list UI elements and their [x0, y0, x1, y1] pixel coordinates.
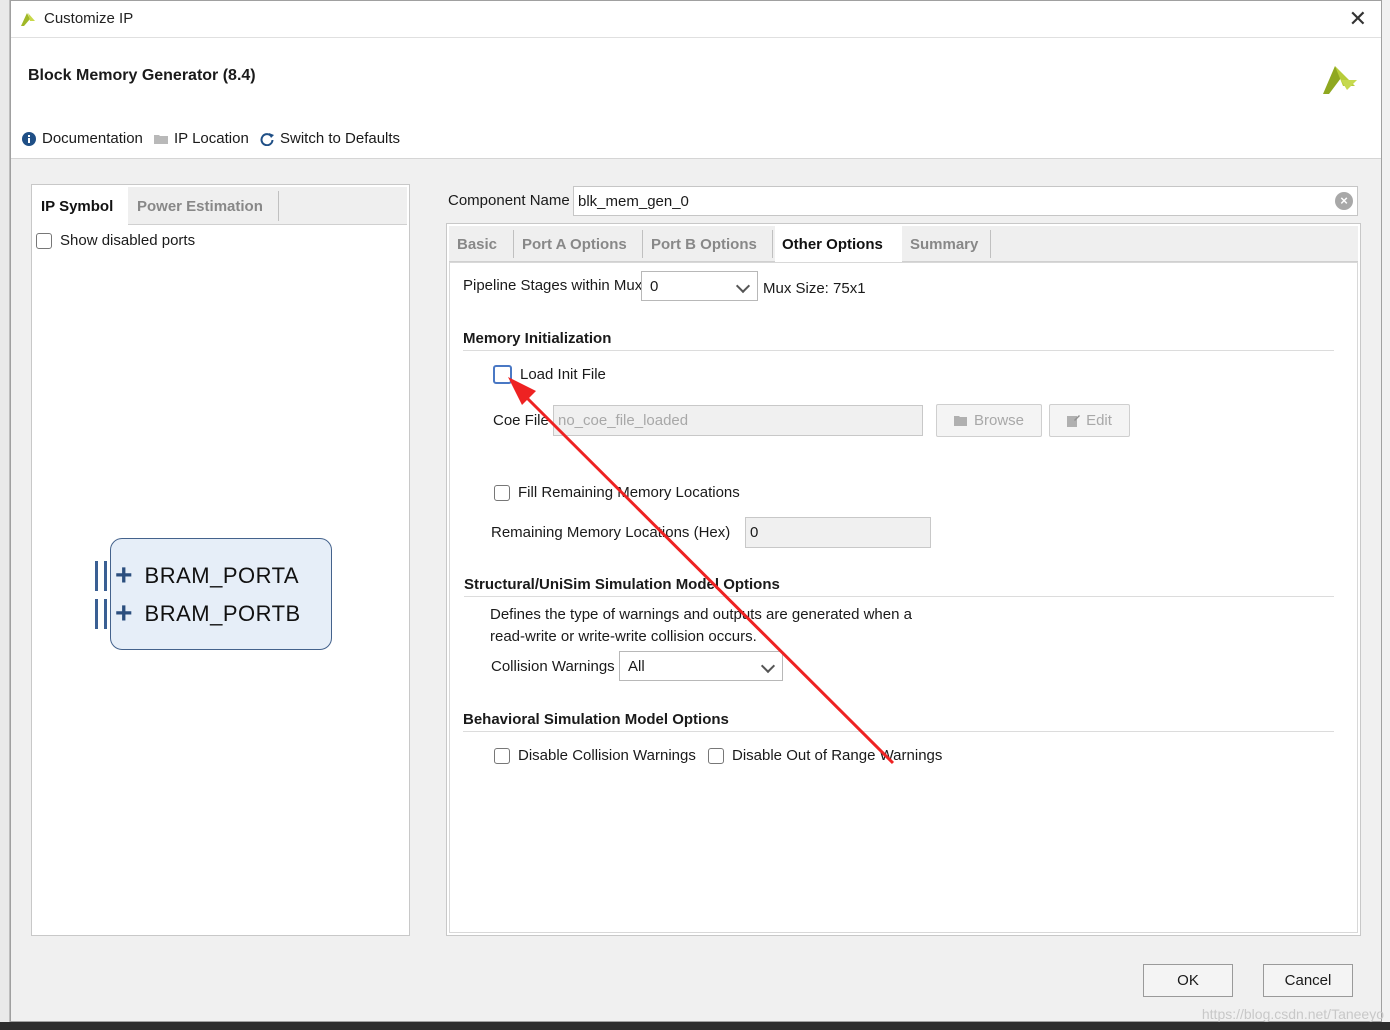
port-name: BRAM_PORTB	[144, 601, 301, 626]
disable-range-label: Disable Out of Range Warnings	[732, 747, 943, 764]
window-title: Customize IP	[44, 10, 134, 27]
coe-file-value: no_coe_file_loaded	[558, 412, 689, 429]
load-init-file-checkbox[interactable]	[493, 365, 512, 384]
section-divider	[463, 350, 1334, 351]
port-bram-porta[interactable]: + BRAM_PORTA	[95, 561, 299, 591]
component-name-input[interactable]: blk_mem_gen_0 ×	[573, 186, 1358, 216]
disable-collision-label: Disable Collision Warnings	[518, 747, 696, 764]
component-name-value: blk_mem_gen_0	[578, 193, 689, 210]
browse-button[interactable]: Browse	[936, 404, 1042, 437]
disable-range-checkbox[interactable]	[708, 747, 724, 764]
load-init-file-option[interactable]: Load Init File	[493, 365, 606, 384]
tab-other-options[interactable]: Other Options	[775, 226, 902, 262]
remaining-locations-input[interactable]: 0	[745, 517, 931, 548]
show-disabled-ports-label: Show disabled ports	[60, 232, 196, 249]
chevron-down-icon	[760, 658, 776, 674]
remaining-locations-value: 0	[750, 524, 759, 541]
left-tab-bar: IP Symbol Power Estimation	[34, 187, 407, 225]
refresh-icon	[260, 132, 274, 146]
disable-collision-checkbox[interactable]	[494, 747, 510, 764]
folder-open-icon	[953, 415, 967, 426]
fill-remaining-checkbox[interactable]	[494, 484, 510, 501]
section-divider	[464, 596, 1334, 597]
tab-divider	[278, 191, 279, 221]
tab-port-b-options[interactable]: Port B Options	[644, 226, 764, 262]
mux-size-label: Mux Size: 75x1	[763, 280, 866, 297]
folder-icon	[154, 134, 168, 144]
close-icon[interactable]: ✕	[1349, 6, 1367, 32]
component-name-label: Component Name	[448, 192, 570, 209]
customize-ip-dialog: Customize IP ✕ Block Memory Generator (8…	[10, 0, 1382, 1022]
ip-header: Block Memory Generator (8.4)	[11, 37, 1381, 121]
fill-remaining-option[interactable]: Fill Remaining Memory Locations	[494, 484, 740, 501]
pipeline-stages-select[interactable]: 0	[641, 271, 758, 301]
coe-file-input[interactable]: no_coe_file_loaded	[553, 405, 923, 436]
tab-divider	[513, 230, 514, 258]
taskbar-strip	[0, 1022, 1390, 1030]
edit-button[interactable]: Edit	[1049, 404, 1130, 437]
background-app-left	[0, 0, 10, 1030]
show-disabled-ports-option[interactable]: Show disabled ports	[36, 232, 195, 249]
structural-desc-line2: read-write or write-write collision occu…	[490, 628, 757, 645]
tab-divider	[642, 230, 643, 258]
ip-location-link[interactable]: IP Location	[154, 130, 249, 147]
vivado-icon	[21, 13, 35, 26]
switch-defaults-link[interactable]: Switch to Defaults	[260, 130, 400, 147]
tab-power-estimation[interactable]: Power Estimation	[130, 187, 270, 225]
tab-summary[interactable]: Summary	[903, 226, 985, 262]
other-options-content: Pipeline Stages within Mux 0 Mux Size: 7…	[449, 262, 1358, 933]
ok-button[interactable]: OK	[1143, 964, 1233, 997]
ip-location-label: IP Location	[174, 130, 249, 147]
switch-defaults-label: Switch to Defaults	[280, 130, 401, 147]
fill-remaining-label: Fill Remaining Memory Locations	[518, 484, 740, 501]
coe-file-label: Coe File	[493, 412, 549, 429]
toolbar: Documentation IP Location Switch to Defa…	[11, 121, 1381, 159]
disable-collision-option[interactable]: Disable Collision Warnings	[494, 747, 696, 764]
clear-icon[interactable]: ×	[1335, 192, 1353, 210]
structural-options-title: Structural/UniSim Simulation Model Optio…	[464, 576, 780, 593]
expand-plus-icon[interactable]: +	[115, 561, 133, 591]
options-panel: Basic Port A Options Port B Options Othe…	[446, 223, 1361, 936]
port-name: BRAM_PORTA	[144, 563, 300, 588]
browse-label: Browse	[973, 412, 1025, 429]
ip-title: Block Memory Generator (8.4)	[28, 67, 256, 84]
info-icon	[22, 131, 36, 146]
tab-divider	[772, 230, 773, 258]
memory-init-title: Memory Initialization	[463, 330, 612, 347]
ip-symbol-block: + BRAM_PORTA + BRAM_PORTB	[95, 538, 332, 650]
tab-divider	[990, 230, 991, 258]
title-bar: Customize IP ✕	[11, 1, 1381, 37]
behavioral-options-title: Behavioral Simulation Model Options	[463, 711, 729, 728]
pipeline-stages-value: 0	[650, 278, 659, 295]
collision-warnings-value: All	[628, 658, 645, 675]
collision-warnings-select[interactable]: All	[619, 651, 783, 681]
chevron-down-icon	[735, 278, 751, 294]
disable-range-option[interactable]: Disable Out of Range Warnings	[708, 747, 942, 764]
section-divider	[463, 731, 1334, 732]
watermark: https://blog.csdn.net/Taneeyo	[1201, 1006, 1384, 1022]
show-disabled-ports-checkbox[interactable]	[36, 232, 52, 249]
structural-desc-line1: Defines the type of warnings and outputs…	[490, 606, 912, 623]
ip-symbol-panel: IP Symbol Power Estimation Show disabled…	[31, 184, 410, 936]
tab-port-a-options[interactable]: Port A Options	[515, 226, 634, 262]
bus-bars-icon	[95, 599, 107, 629]
xilinx-logo	[1323, 66, 1357, 94]
documentation-label: Documentation	[42, 130, 143, 147]
pipeline-stages-label: Pipeline Stages within Mux	[463, 277, 643, 294]
tab-basic[interactable]: Basic	[450, 226, 504, 262]
documentation-link[interactable]: Documentation	[22, 130, 143, 147]
bus-bars-icon	[95, 561, 107, 591]
port-bram-portb[interactable]: + BRAM_PORTB	[95, 599, 301, 629]
expand-plus-icon[interactable]: +	[115, 599, 133, 629]
edit-icon	[1067, 415, 1081, 427]
cancel-button[interactable]: Cancel	[1263, 964, 1353, 997]
collision-warnings-label: Collision Warnings	[491, 658, 615, 675]
tab-ip-symbol[interactable]: IP Symbol	[34, 187, 128, 225]
remaining-locations-label: Remaining Memory Locations (Hex)	[491, 524, 731, 541]
load-init-file-label: Load Init File	[520, 366, 606, 383]
edit-label: Edit	[1086, 412, 1112, 429]
options-tab-bar: Basic Port A Options Port B Options Othe…	[449, 226, 1358, 262]
